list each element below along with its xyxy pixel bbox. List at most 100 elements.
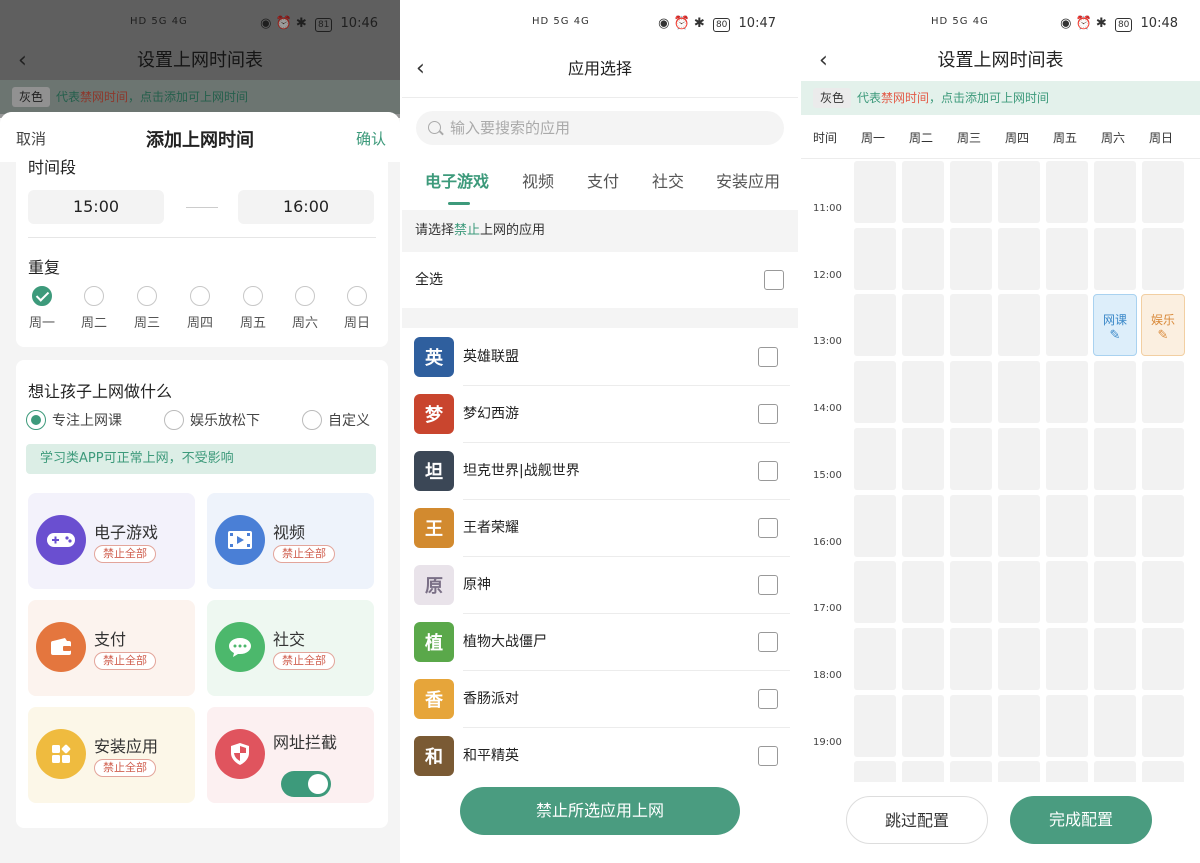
block-selected-button[interactable]: 禁止所选应用上网: [460, 787, 740, 835]
block-all-badge[interactable]: 禁止全部: [94, 652, 156, 670]
schedule-cell[interactable]: [1142, 227, 1184, 290]
skip-config-button[interactable]: 跳过配置: [846, 796, 988, 844]
schedule-cell[interactable]: [950, 561, 992, 624]
app-checkbox[interactable]: [758, 746, 778, 766]
schedule-cell[interactable]: [1046, 561, 1088, 624]
tab-payment[interactable]: 支付: [587, 168, 619, 192]
app-checkbox[interactable]: [758, 518, 778, 538]
app-checkbox[interactable]: [758, 575, 778, 595]
schedule-cell[interactable]: [902, 227, 944, 290]
app-checkbox[interactable]: [758, 347, 778, 367]
schedule-cell[interactable]: [902, 294, 944, 357]
mode-relax[interactable]: 娱乐放松下: [164, 410, 260, 430]
finish-config-button[interactable]: 完成配置: [1010, 796, 1152, 844]
schedule-cell[interactable]: [998, 361, 1040, 424]
schedule-cell[interactable]: [998, 561, 1040, 624]
app-row[interactable]: 王王者荣耀: [414, 500, 790, 557]
schedule-cell[interactable]: [902, 561, 944, 624]
schedule-cell[interactable]: [1094, 627, 1136, 690]
schedule-cell[interactable]: [950, 427, 992, 490]
schedule-cell[interactable]: [854, 161, 896, 223]
time-slot[interactable]: 娱乐 ✎: [1141, 294, 1185, 357]
tab-social[interactable]: 社交: [652, 168, 684, 192]
app-row[interactable]: 原原神: [414, 557, 790, 614]
tile-social[interactable]: 社交 禁止全部: [207, 600, 374, 696]
app-row[interactable]: 植植物大战僵尸: [414, 614, 790, 671]
schedule-cell[interactable]: [1046, 494, 1088, 557]
day-option-wed[interactable]: 周三: [127, 286, 167, 331]
confirm-button[interactable]: 确认: [356, 128, 386, 149]
schedule-cell[interactable]: [854, 627, 896, 690]
schedule-cell[interactable]: [854, 561, 896, 624]
schedule-cell[interactable]: [950, 227, 992, 290]
schedule-cell[interactable]: [950, 294, 992, 357]
schedule-cell[interactable]: [950, 494, 992, 557]
schedule-cell[interactable]: [854, 694, 896, 757]
schedule-cell[interactable]: [1142, 494, 1184, 557]
schedule-cell[interactable]: [902, 427, 944, 490]
schedule-cell[interactable]: [1046, 161, 1088, 223]
schedule-cell[interactable]: [854, 494, 896, 557]
schedule-cell[interactable]: [1142, 627, 1184, 690]
schedule-cell[interactable]: [998, 227, 1040, 290]
block-all-badge[interactable]: 禁止全部: [273, 652, 335, 670]
tile-install[interactable]: 安装应用 禁止全部: [28, 707, 195, 803]
mode-custom[interactable]: 自定义: [302, 410, 370, 430]
day-option-sun[interactable]: 周日: [337, 286, 377, 331]
schedule-cell[interactable]: [1094, 361, 1136, 424]
schedule-cell[interactable]: [950, 694, 992, 757]
tab-video[interactable]: 视频: [522, 168, 554, 192]
schedule-cell[interactable]: [998, 427, 1040, 490]
schedule-cell[interactable]: [1046, 627, 1088, 690]
time-slot[interactable]: 网课 ✎: [1093, 294, 1137, 357]
schedule-cell[interactable]: [1142, 361, 1184, 424]
schedule-cell[interactable]: [854, 427, 896, 490]
schedule-cell[interactable]: [902, 627, 944, 690]
day-option-sat[interactable]: 周六: [285, 286, 325, 331]
tile-payment[interactable]: 支付 禁止全部: [28, 600, 195, 696]
block-all-badge[interactable]: 禁止全部: [94, 759, 156, 777]
schedule-cell[interactable]: [902, 161, 944, 223]
select-all-row[interactable]: 全选: [415, 252, 784, 308]
schedule-cell[interactable]: [950, 161, 992, 223]
schedule-cell[interactable]: [1046, 361, 1088, 424]
schedule-cell[interactable]: [854, 294, 896, 357]
schedule-cell[interactable]: [950, 627, 992, 690]
schedule-cell[interactable]: [854, 227, 896, 290]
schedule-cell[interactable]: [1046, 427, 1088, 490]
tile-games[interactable]: 电子游戏 禁止全部: [28, 493, 195, 589]
day-option-fri[interactable]: 周五: [233, 286, 273, 331]
search-input[interactable]: 输入要搜索的应用: [416, 111, 784, 145]
app-checkbox[interactable]: [758, 461, 778, 481]
schedule-cell[interactable]: [1094, 161, 1136, 223]
day-option-mon[interactable]: 周一: [22, 286, 62, 331]
schedule-cell[interactable]: [854, 361, 896, 424]
start-time-field[interactable]: 15:00: [28, 190, 164, 224]
schedule-cell[interactable]: [902, 494, 944, 557]
schedule-cell[interactable]: [1046, 227, 1088, 290]
tab-install[interactable]: 安装应用: [716, 168, 780, 192]
schedule-cell[interactable]: [998, 694, 1040, 757]
tile-video[interactable]: 视频 禁止全部: [207, 493, 374, 589]
mode-study[interactable]: 专注上网课: [26, 410, 122, 430]
schedule-cell[interactable]: [1094, 227, 1136, 290]
app-row[interactable]: 梦梦幻西游: [414, 386, 790, 443]
schedule-cell[interactable]: [902, 694, 944, 757]
schedule-cell[interactable]: [1094, 427, 1136, 490]
schedule-cell[interactable]: [950, 361, 992, 424]
schedule-cell[interactable]: [1142, 561, 1184, 624]
schedule-cell[interactable]: [1142, 161, 1184, 223]
tab-games[interactable]: 电子游戏: [425, 168, 489, 192]
block-all-badge[interactable]: 禁止全部: [273, 545, 335, 563]
schedule-cell[interactable]: [998, 627, 1040, 690]
schedule-cell[interactable]: [1142, 694, 1184, 757]
day-option-tue[interactable]: 周二: [74, 286, 114, 331]
app-checkbox[interactable]: [758, 689, 778, 709]
app-row[interactable]: 英英雄联盟: [414, 329, 790, 386]
select-all-checkbox[interactable]: [764, 270, 784, 290]
day-option-thu[interactable]: 周四: [180, 286, 220, 331]
end-time-field[interactable]: 16:00: [238, 190, 374, 224]
schedule-cell[interactable]: [1094, 494, 1136, 557]
schedule-cell[interactable]: [998, 494, 1040, 557]
schedule-cell[interactable]: [1046, 694, 1088, 757]
